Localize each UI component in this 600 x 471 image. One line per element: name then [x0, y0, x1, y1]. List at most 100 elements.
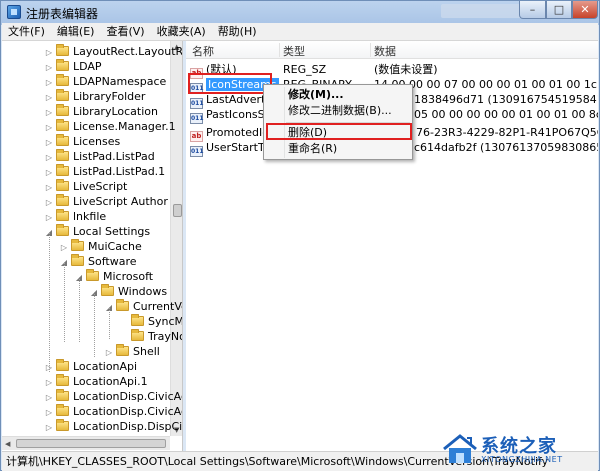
folder-icon: [56, 89, 69, 101]
folder-icon: [56, 389, 69, 401]
tree-item-label: LocationDisp.CivicAddr: [73, 390, 182, 403]
tree-item-label: LayoutRect.LayoutRect.: [73, 45, 183, 58]
binary-value-icon: 011: [190, 146, 204, 157]
menu-view[interactable]: 查看(V): [100, 23, 150, 41]
minimize-button[interactable]: –: [519, 1, 546, 19]
tree-item[interactable]: ▷ ListPad.ListPad.1: [44, 164, 165, 179]
tree-item[interactable]: SyncM: [119, 314, 182, 329]
folder-icon: [71, 254, 84, 266]
column-data[interactable]: 数据: [374, 43, 396, 59]
tree-item-label: TrayNo: [148, 330, 183, 343]
expand-arrow-icon[interactable]: ▷: [44, 210, 54, 225]
expand-arrow-icon[interactable]: ▷: [44, 375, 54, 390]
expand-arrow-icon[interactable]: ▷: [44, 135, 54, 150]
context-modify-binary[interactable]: 修改二进制数据(B)...: [288, 103, 392, 119]
expand-arrow-icon[interactable]: ▷: [44, 90, 54, 105]
tree-item[interactable]: ▷ Licenses: [44, 134, 120, 149]
list-header: 名称 类型 数据: [186, 41, 598, 59]
tree-item[interactable]: ▷ LayoutRect.LayoutRect.: [44, 44, 183, 60]
tree-hscroll-thumb[interactable]: [16, 439, 166, 448]
tree-item[interactable]: ▷ LDAP: [44, 59, 102, 74]
folder-icon: [116, 344, 129, 356]
folder-icon: [56, 209, 69, 221]
tree-item[interactable]: ◢ Windows: [89, 284, 167, 299]
tree-vscroll-thumb[interactable]: [173, 204, 182, 217]
tree-item[interactable]: ▷ LocationDisp.CivicAddr: [44, 389, 182, 405]
expand-arrow-icon[interactable]: ▷: [104, 345, 114, 360]
watermark-logo: 系统之家 XITONGZHIJIA.NET: [441, 429, 599, 469]
folder-icon: [56, 404, 69, 416]
menu-file[interactable]: 文件(F): [2, 23, 51, 41]
tree-item-label: LocationApi.1: [73, 375, 148, 388]
menu-favorites[interactable]: 收藏夹(A): [151, 23, 212, 41]
tree-item[interactable]: ◢ Software: [59, 254, 137, 269]
context-menu: 修改(M)... 修改二进制数据(B)... 删除(D) 重命名(R): [263, 84, 413, 160]
tree-item[interactable]: ▷ LocationDisp.CivicAddr: [44, 404, 182, 420]
tree-vertical-scrollbar[interactable]: ▲ ▼: [170, 41, 182, 436]
expand-arrow-icon[interactable]: ▷: [44, 105, 54, 120]
tree-item-label: CurrentVe: [133, 300, 183, 313]
tree-item-label: LocationDisp.CivicAddr: [73, 405, 182, 418]
tree-item[interactable]: ▷ Shell: [104, 344, 160, 359]
watermark-subtitle: XITONGZHIJIA.NET: [481, 455, 563, 464]
tree-item[interactable]: ▷ LibraryLocation: [44, 104, 158, 119]
context-modify[interactable]: 修改(M)...: [288, 87, 344, 103]
folder-icon: [56, 419, 69, 431]
tree-item-label: LDAP: [73, 60, 102, 73]
folder-icon: [56, 374, 69, 386]
tree-item-label: LDAPNamespace: [73, 75, 167, 88]
expand-arrow-icon[interactable]: ▷: [44, 120, 54, 135]
tree-item[interactable]: ▷ LDAPNamespace: [44, 74, 166, 89]
folder-icon: [56, 149, 69, 161]
blurred-area: [441, 4, 531, 18]
tree-item-label: LiveScript Author: [73, 195, 168, 208]
maximize-button[interactable]: □: [546, 1, 572, 19]
menu-edit[interactable]: 编辑(E): [51, 23, 101, 41]
expand-arrow-icon[interactable]: ▷: [44, 195, 54, 210]
expand-arrow-icon[interactable]: ▷: [44, 60, 54, 75]
expand-arrow-icon[interactable]: ▷: [44, 420, 54, 435]
menu-help[interactable]: 帮助(H): [212, 23, 263, 41]
expand-arrow-icon[interactable]: ▷: [44, 405, 54, 420]
expand-arrow-icon[interactable]: ▷: [44, 45, 54, 60]
expand-arrow-icon[interactable]: ▷: [44, 165, 54, 180]
expand-arrow-icon[interactable]: ▷: [44, 390, 54, 405]
column-name[interactable]: 名称: [192, 43, 214, 59]
tree-item[interactable]: ▷ License.Manager.1: [44, 119, 176, 134]
expand-arrow-icon[interactable]: ▷: [44, 75, 54, 90]
folder-icon: [56, 359, 69, 371]
tree-item[interactable]: ◢ Local Settings: [44, 224, 150, 239]
tree-item[interactable]: ▷ LocationApi: [44, 359, 137, 374]
folder-icon: [56, 164, 69, 176]
expand-arrow-icon[interactable]: ▷: [44, 180, 54, 195]
context-rename[interactable]: 重命名(R): [288, 141, 337, 157]
tree-item[interactable]: ▷ MuiCache: [59, 239, 142, 254]
folder-icon: [56, 194, 69, 206]
tree-item[interactable]: ▷ LiveScript Author: [44, 194, 168, 209]
expand-arrow-icon[interactable]: ▷: [59, 240, 69, 255]
registry-tree[interactable]: ▲ ▼ ◀ ▷ LayoutRect.LayoutRect. ▷ LDAP ▷ LDAPN…: [2, 41, 183, 451]
window-title: 注册表编辑器: [26, 7, 99, 21]
tree-item[interactable]: ◢ Microsoft: [74, 269, 153, 284]
highlight-box-iconstreams: [188, 73, 272, 94]
folder-icon: [56, 74, 69, 86]
tree-item[interactable]: ▷ lnkfile: [44, 209, 106, 224]
title-bar[interactable]: 注册表编辑器 – □ ✕: [1, 1, 599, 23]
tree-item-label: LiveScript: [73, 180, 128, 193]
folder-icon: [116, 299, 129, 311]
house-logo-icon: [443, 434, 477, 463]
tree-item[interactable]: ▷ LocationDisp.DispCivic/: [44, 419, 183, 435]
expand-arrow-icon[interactable]: ▷: [44, 150, 54, 165]
tree-item[interactable]: ▷ LiveScript: [44, 179, 127, 194]
tree-item[interactable]: ▷ ListPad.ListPad: [44, 149, 155, 164]
value-data: 05 00 00 00 00 00 01 00 01 00 8c 03 00 0…: [414, 108, 598, 121]
tree-item-label: MuiCache: [88, 240, 142, 253]
tree-item[interactable]: ▷ LocationApi.1: [44, 374, 148, 389]
column-type[interactable]: 类型: [283, 43, 305, 59]
tree-item[interactable]: ◢ CurrentVe: [104, 299, 183, 314]
tree-horizontal-scrollbar[interactable]: ◀: [2, 436, 170, 450]
tree-item-label: LocationDisp.DispCivic/: [73, 420, 183, 433]
close-button[interactable]: ✕: [572, 1, 598, 19]
tree-item[interactable]: TrayNo: [119, 329, 183, 344]
tree-item[interactable]: ▷ LibraryFolder: [44, 89, 145, 104]
